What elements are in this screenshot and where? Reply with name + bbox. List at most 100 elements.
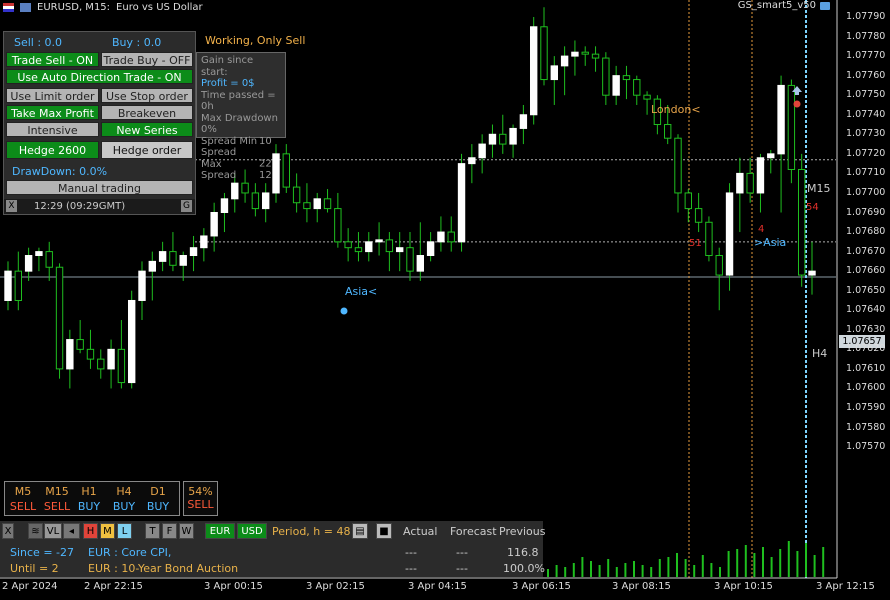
news-list-icon[interactable]: ▤	[352, 523, 368, 539]
stop-order-button[interactable]: Use Stop order	[101, 88, 193, 103]
news-save-icon[interactable]: ■	[376, 523, 392, 539]
candle-body	[416, 255, 425, 272]
panel-clock: 12:29 (09:29GMT)	[34, 201, 126, 212]
x-tick: 3 Apr 00:15	[204, 581, 263, 592]
candle-body	[220, 198, 229, 214]
intensive-button[interactable]: Intensive	[6, 122, 99, 137]
news-vl-button[interactable]: VL	[44, 523, 62, 539]
limit-order-button[interactable]: Use Limit order	[6, 88, 99, 103]
y-tick: 1.07580	[846, 421, 886, 433]
take-max-profit-button[interactable]: Take Max Profit	[6, 105, 99, 120]
candle-body	[725, 192, 734, 276]
x-tick: 3 Apr 02:15	[306, 581, 365, 592]
signal-percent-box: 54% SELL	[183, 481, 218, 516]
stats-time: Time passed = 0h	[201, 89, 276, 113]
trading-panel: Sell : 0.0 Buy : 0.0 Trade Sell - ON Tra…	[3, 31, 196, 215]
stats-spread: Spread 12	[201, 170, 281, 182]
trade-sell-button[interactable]: Trade Sell - ON	[6, 52, 99, 67]
news-period: Period, h = 48	[272, 525, 351, 538]
candle-body	[4, 270, 12, 301]
candle-body	[715, 255, 723, 276]
hedge-order-button[interactable]: Hedge order	[101, 141, 193, 159]
breakeven-button[interactable]: Breakeven	[101, 105, 193, 120]
candle-body	[643, 94, 651, 100]
candle-body	[138, 270, 146, 301]
marker-54: 54	[806, 202, 819, 213]
candle-body	[169, 251, 177, 266]
candle-body	[591, 53, 600, 59]
tf-h4: H4	[116, 485, 132, 498]
news-high-button[interactable]: H	[83, 523, 98, 539]
panel-close-button[interactable]: X	[6, 200, 17, 212]
candle-body	[736, 172, 744, 194]
news-since: Since = -27	[10, 546, 75, 559]
news-wave-button[interactable]: ≋	[28, 523, 43, 539]
tf-m5: M5	[14, 485, 32, 498]
candle-body	[550, 65, 559, 81]
news-low-button[interactable]: L	[117, 523, 132, 539]
chart-type-icon	[20, 2, 31, 12]
candle-body	[406, 247, 414, 272]
candle-body	[571, 51, 579, 57]
tf-d1: D1	[150, 485, 166, 498]
news-medium-button[interactable]: M	[100, 523, 115, 539]
manual-trading-button[interactable]: Manual trading	[6, 180, 193, 195]
marker-4: 4	[758, 224, 765, 235]
candle-body	[107, 348, 115, 370]
y-tick: 1.07780	[846, 30, 886, 42]
ea-hat-icon	[820, 1, 830, 10]
candle-body	[117, 348, 126, 384]
news-previous-2: 100.0%	[503, 562, 545, 575]
y-tick: 1.07720	[846, 147, 886, 159]
y-tick: 1.07770	[846, 50, 886, 62]
candle-body	[478, 143, 486, 159]
dir-m15: SELL	[43, 500, 71, 513]
spread-min-value: 10	[259, 135, 272, 147]
x-tick: 3 Apr 04:15	[408, 581, 467, 592]
candle-body	[200, 235, 208, 249]
news-actual-1: ---	[405, 546, 417, 559]
expert-advisor-label[interactable]: GS_smart5_v50	[738, 0, 830, 11]
panel-g-button[interactable]: G	[181, 200, 192, 212]
candle-body	[241, 182, 249, 194]
header-previous: Previous	[499, 525, 546, 538]
drawdown-label: DrawDown: 0.0%	[12, 165, 108, 178]
news-w-button[interactable]: W	[179, 523, 194, 539]
candle-body	[694, 208, 703, 223]
news-close-button[interactable]: X	[2, 523, 14, 539]
ea-status: Working, Only Sell	[205, 34, 306, 47]
spread-max-value: 22	[259, 158, 272, 170]
london-session-label: London<	[651, 103, 701, 116]
y-tick: 1.07620	[846, 343, 886, 355]
candle-body	[581, 51, 589, 55]
new-series-button[interactable]: New Series	[101, 122, 193, 137]
candle-body	[499, 133, 507, 145]
candle-body	[231, 182, 239, 200]
x-tick: 2 Apr 2024	[2, 581, 58, 592]
y-tick: 1.07600	[846, 382, 886, 394]
y-tick: 1.07790	[846, 11, 886, 22]
candle-body	[179, 255, 187, 266]
news-panel: X ≋ VL ◂ H M L T F W EUR USD Period, h =…	[0, 521, 546, 577]
tf-m15: M15	[45, 485, 69, 498]
news-f-button[interactable]: F	[162, 523, 177, 539]
dir-h1: BUY	[77, 500, 101, 513]
candle-body	[158, 251, 167, 262]
y-tick: 1.07570	[846, 441, 886, 453]
dir-m5: SELL	[9, 500, 37, 513]
spread-key: Spread	[201, 170, 237, 181]
auto-direction-button[interactable]: Use Auto Direction Trade - ON	[6, 69, 193, 84]
news-usd-button[interactable]: USD	[237, 523, 267, 539]
news-eur-button[interactable]: EUR	[205, 523, 235, 539]
hedge-button[interactable]: Hedge 2600	[6, 141, 99, 159]
news-t-button[interactable]: T	[145, 523, 160, 539]
candle-body	[509, 127, 517, 145]
news-forecast-2: ---	[456, 562, 468, 575]
stats-spread-min: Spread Min 10	[201, 136, 281, 148]
trade-buy-button[interactable]: Trade Buy - OFF	[101, 52, 193, 67]
news-sound-button[interactable]: ◂	[63, 523, 80, 539]
candle-body	[282, 153, 291, 188]
candle-body	[86, 348, 95, 360]
candle-body	[395, 247, 404, 253]
candle-body	[777, 84, 785, 155]
